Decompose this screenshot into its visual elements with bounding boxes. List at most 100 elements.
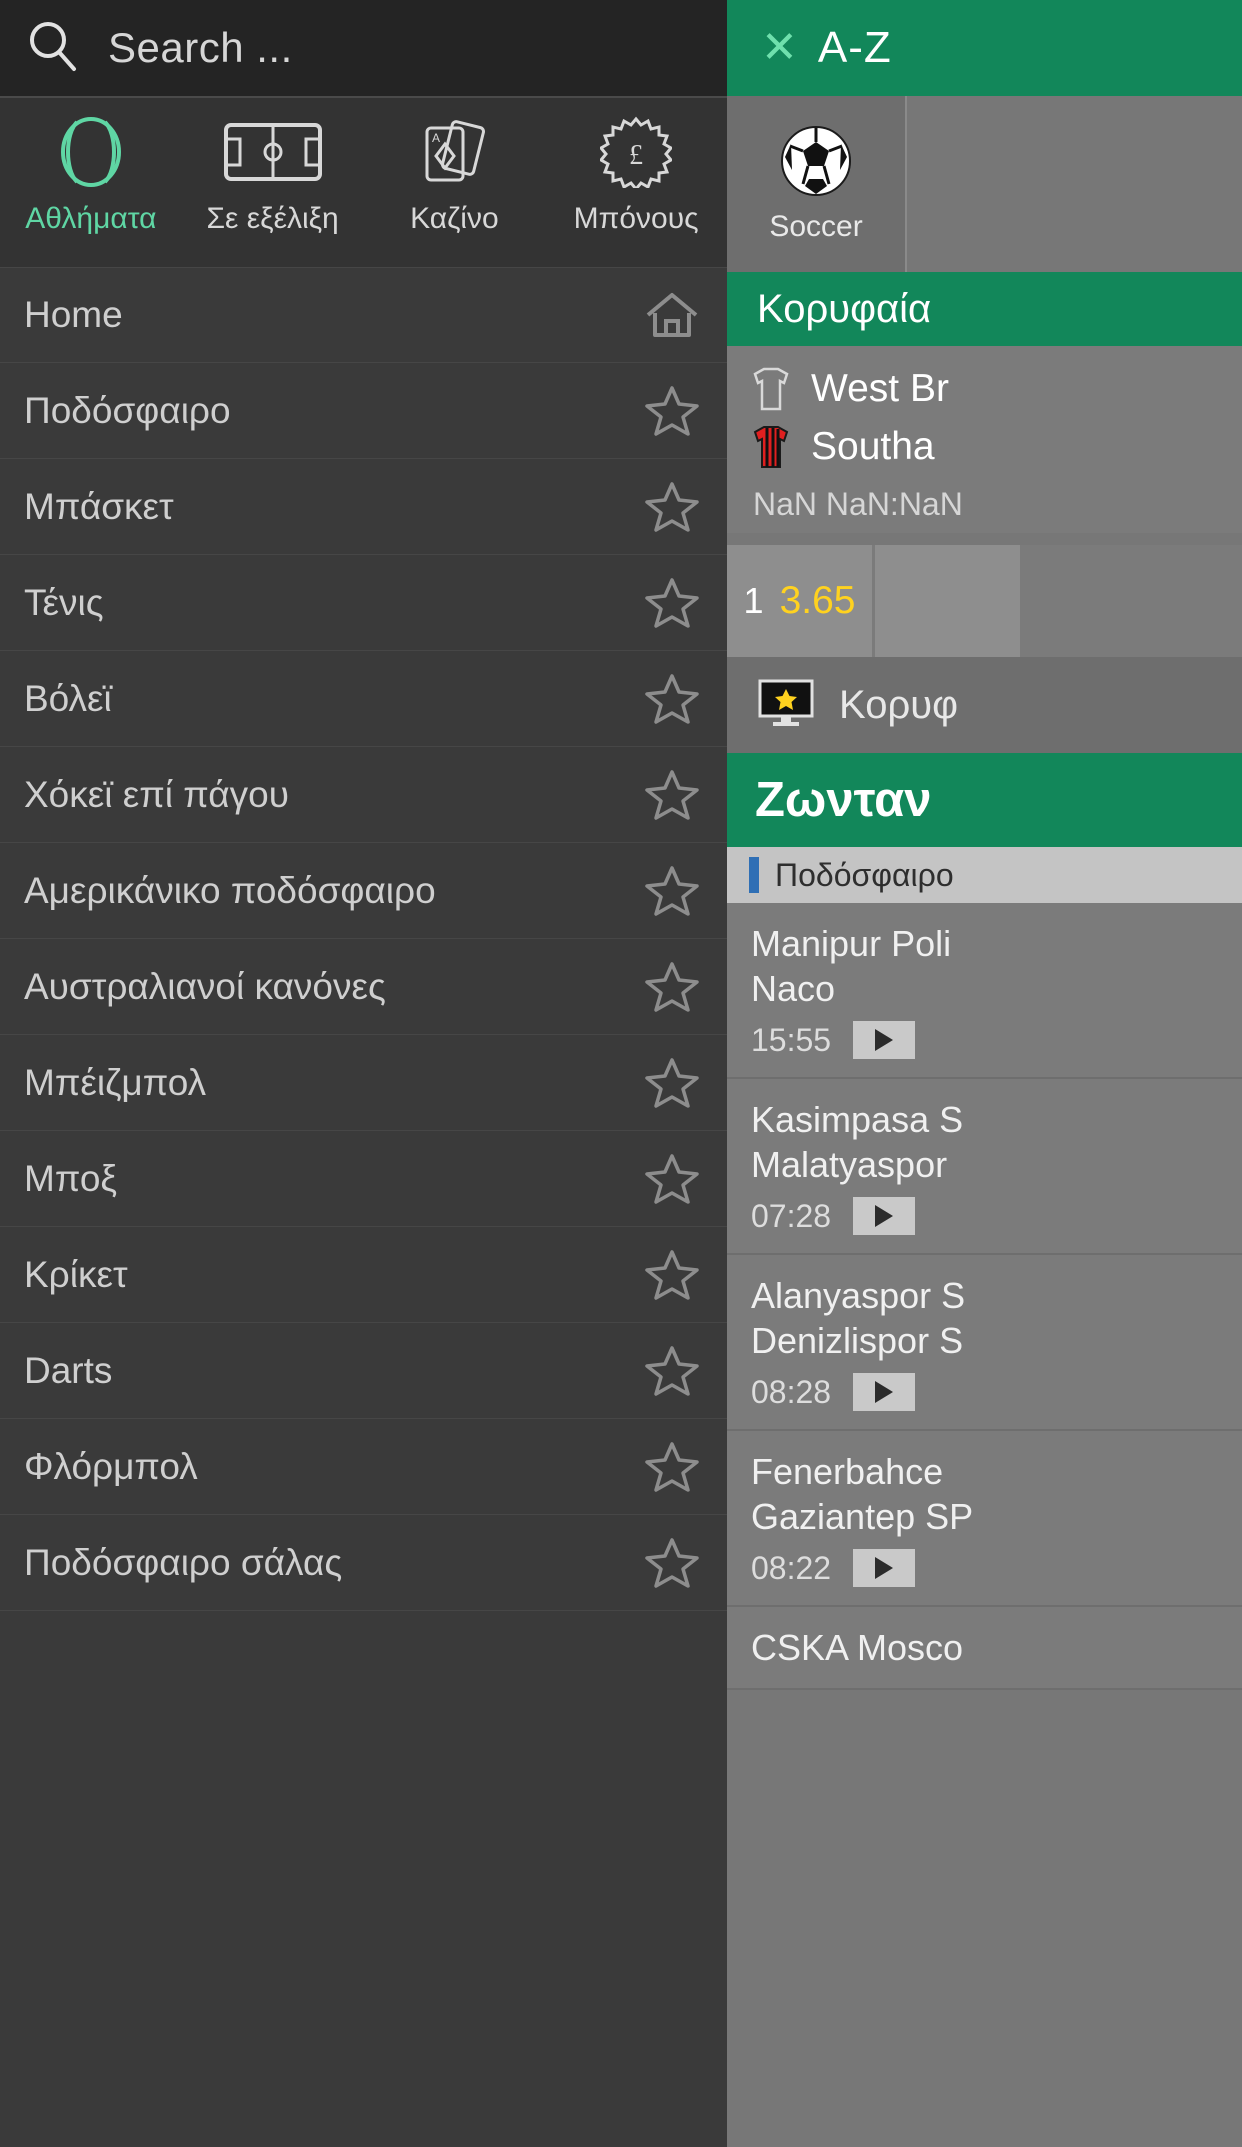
- star-icon[interactable]: [617, 1536, 727, 1590]
- sidebar-item-baseball[interactable]: Μπέιζμπολ: [0, 1035, 727, 1131]
- star-icon[interactable]: [617, 1344, 727, 1398]
- star-icon[interactable]: [617, 576, 727, 630]
- top-events-label: Κορυφ: [839, 682, 959, 727]
- tab-casino[interactable]: A Καζίνο: [364, 98, 546, 267]
- live-category-row[interactable]: Ποδόσφαιρο: [727, 847, 1242, 903]
- home-kit-icon: [751, 366, 791, 412]
- tv-star-icon: [757, 678, 815, 733]
- star-icon[interactable]: [617, 960, 727, 1014]
- sidebar-item-home[interactable]: Home: [0, 267, 727, 363]
- tab-bar: Αθλήματα Σε εξέλιξη A Καζίνο £ Μπόνους: [0, 96, 727, 267]
- home-icon[interactable]: [617, 289, 727, 341]
- live-match-item[interactable]: Manipur Poli Naco 15:55: [727, 903, 1242, 1079]
- sidebar-item-label: Ποδόσφαιρο: [24, 389, 231, 431]
- play-icon[interactable]: [853, 1197, 916, 1235]
- odd-key: 1: [743, 580, 764, 621]
- star-icon[interactable]: [617, 1248, 727, 1302]
- sidebar-item-label: Κρίκετ: [24, 1253, 128, 1295]
- live-home-team: Fenerbahce: [751, 1451, 944, 1492]
- sidebar-item-label: Μπέιζμπολ: [24, 1061, 207, 1103]
- az-bar[interactable]: ✕ A-Z: [727, 0, 1242, 96]
- tab-sports-label: Αθλήματα: [25, 202, 157, 235]
- live-home-team: Kasimpasa S: [751, 1099, 964, 1140]
- sidebar-item-label: Ποδόσφαιρο σάλας: [24, 1541, 343, 1583]
- star-icon[interactable]: [617, 480, 727, 534]
- category-bar-icon: [749, 857, 759, 893]
- tab-inplay-label: Σε εξέλιξη: [206, 202, 339, 235]
- star-icon[interactable]: [617, 1056, 727, 1110]
- sidebar-item-basketball[interactable]: Μπάσκετ: [0, 459, 727, 555]
- live-match-item[interactable]: Alanyaspor S Denizlispor S 08:28: [727, 1255, 1242, 1431]
- away-team-name: Southa: [811, 425, 935, 468]
- sidebar-item-american-football[interactable]: Αμερικάνικο ποδόσφαιρο: [0, 843, 727, 939]
- star-icon[interactable]: [617, 672, 727, 726]
- live-match-item[interactable]: Fenerbahce Gaziantep SP 08:22: [727, 1431, 1242, 1607]
- odds-row: 1 3.65: [727, 545, 1242, 657]
- sport-chip-soccer[interactable]: Soccer: [727, 96, 907, 272]
- play-icon[interactable]: [853, 1021, 916, 1059]
- sidebar-item-label: Μποξ: [24, 1157, 117, 1199]
- live-match-item[interactable]: CSKA Mosco: [727, 1607, 1242, 1690]
- tennis-ball-icon: [57, 116, 125, 188]
- live-home-team: Manipur Poli: [751, 923, 952, 964]
- live-home-team: CSKA Mosco: [751, 1627, 964, 1668]
- pound-badge-icon: £: [600, 116, 673, 188]
- sidebar-item-ice-hockey[interactable]: Χόκεϊ επί πάγου: [0, 747, 727, 843]
- search-input[interactable]: Search ...: [108, 24, 293, 72]
- star-icon[interactable]: [617, 768, 727, 822]
- sidebar-item-floorball[interactable]: Φλόρμπολ: [0, 1419, 727, 1515]
- sidebar-item-label: Χόκεϊ επί πάγου: [24, 773, 289, 815]
- featured-match-card[interactable]: West Br Southa NaN NaN:NaN: [727, 346, 1242, 533]
- sidebar-item-label: Μπάσκετ: [24, 485, 174, 527]
- sidebar-item-futsal[interactable]: Ποδόσφαιρο σάλας: [0, 1515, 727, 1611]
- tab-sports[interactable]: Αθλήματα: [0, 98, 182, 267]
- sport-list: Home Ποδόσφαιρο Μπάσκετ Τένις Βόλεϊ Χόκε…: [0, 267, 727, 1611]
- sidebar-item-label: Τένις: [24, 581, 104, 623]
- live-match-item[interactable]: Kasimpasa S Malatyaspor 07:28: [727, 1079, 1242, 1255]
- left-panel: Search ... Αθλήματα Σε εξέλιξη A Καζίνο …: [0, 0, 727, 2147]
- star-icon[interactable]: [617, 1152, 727, 1206]
- tab-inplay[interactable]: Σε εξέλιξη: [182, 98, 364, 267]
- playing-cards-icon: A: [419, 116, 489, 188]
- top-matches-header: Κορυφαία: [727, 272, 1242, 346]
- close-icon[interactable]: ✕: [761, 26, 798, 70]
- soccer-ball-icon: [779, 124, 853, 198]
- sidebar-item-football[interactable]: Ποδόσφαιρο: [0, 363, 727, 459]
- sidebar-item-darts[interactable]: Darts: [0, 1323, 727, 1419]
- play-icon[interactable]: [853, 1373, 916, 1411]
- sidebar-item-volleyball[interactable]: Βόλεϊ: [0, 651, 727, 747]
- search-bar[interactable]: Search ...: [0, 0, 727, 96]
- live-away-team: Gaziantep SP: [751, 1496, 974, 1537]
- app-root: Search ... Αθλήματα Σε εξέλιξη A Καζίνο …: [0, 0, 1242, 2147]
- live-footer: 08:28: [751, 1373, 1242, 1411]
- live-category-label: Ποδόσφαιρο: [775, 856, 954, 893]
- home-team-line: West Br: [751, 360, 1242, 418]
- sidebar-item-aussie-rules[interactable]: Αυστραλιανοί κανόνες: [0, 939, 727, 1035]
- sidebar-item-tennis[interactable]: Τένις: [0, 555, 727, 651]
- star-icon[interactable]: [617, 1440, 727, 1494]
- sidebar-item-cricket[interactable]: Κρίκετ: [0, 1227, 727, 1323]
- star-icon[interactable]: [617, 864, 727, 918]
- odd-button-2[interactable]: [875, 545, 1023, 657]
- sidebar-item-label: Darts: [24, 1349, 113, 1391]
- tab-casino-label: Καζίνο: [410, 202, 499, 235]
- play-icon[interactable]: [853, 1549, 916, 1587]
- sport-chip-label: Soccer: [769, 210, 863, 243]
- sidebar-item-label: Αυστραλιανοί κανόνες: [24, 965, 386, 1007]
- live-header: Ζωνταν: [727, 753, 1242, 847]
- live-footer: 08:22: [751, 1549, 1242, 1587]
- away-kit-icon: [751, 424, 791, 470]
- right-panel: ✕ A-Z Soccer Κορυφαία West Br Southa NaN…: [727, 0, 1242, 2147]
- sidebar-item-label: Αμερικάνικο ποδόσφαιρο: [24, 869, 436, 911]
- odd-button-1[interactable]: 1 3.65: [727, 545, 875, 657]
- home-team-name: West Br: [811, 367, 949, 410]
- sidebar-item-label: Home: [24, 294, 123, 335]
- live-time: 15:55: [751, 1021, 832, 1058]
- match-time: NaN NaN:NaN: [753, 486, 963, 522]
- star-icon[interactable]: [617, 384, 727, 438]
- tab-bonus[interactable]: £ Μπόνους: [545, 98, 727, 267]
- top-events-row[interactable]: Κορυφ: [727, 657, 1242, 753]
- live-away-team: Malatyaspor: [751, 1144, 948, 1185]
- sidebar-item-boxing[interactable]: Μποξ: [0, 1131, 727, 1227]
- svg-text:£: £: [629, 140, 643, 171]
